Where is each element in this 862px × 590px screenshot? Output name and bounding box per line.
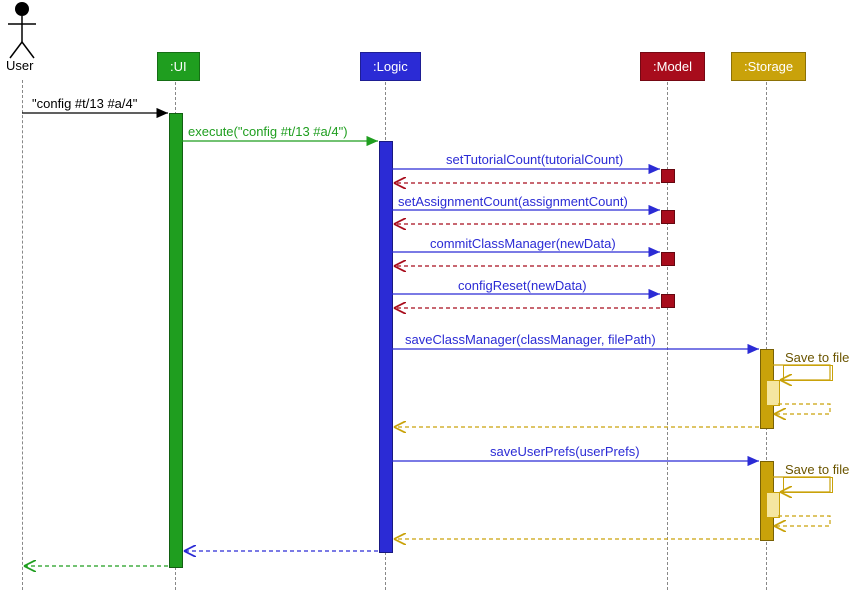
actor-head-icon (15, 2, 29, 16)
activation-logic (379, 141, 393, 553)
activation-model-3 (661, 252, 675, 266)
activation-storage-2b (766, 492, 780, 518)
activation-model-1 (661, 169, 675, 183)
msg-save-classmgr: saveClassManager(classManager, filePath) (405, 332, 656, 347)
participant-ui: :UI (157, 52, 200, 81)
lifeline-model (667, 82, 668, 590)
actor-body-icon (0, 0, 862, 590)
participant-ui-label: :UI (170, 59, 187, 74)
actor-label: User (6, 58, 33, 73)
storage-self-box-1 (783, 365, 833, 381)
participant-model: :Model (640, 52, 705, 81)
participant-model-label: :Model (653, 59, 692, 74)
msg-ui-to-logic: execute("config #t/13 #a/4") (188, 124, 348, 139)
msg-set-assignment: setAssignmentCount(assignmentCount) (398, 194, 628, 209)
storage-self-box-2 (783, 477, 833, 493)
activation-ui (169, 113, 183, 568)
activation-model-2 (661, 210, 675, 224)
lifeline-user (22, 80, 23, 590)
activation-model-4 (661, 294, 675, 308)
participant-logic: :Logic (360, 52, 421, 81)
msg-config-reset: configReset(newData) (458, 278, 587, 293)
msg-set-tutorial: setTutorialCount(tutorialCount) (446, 152, 623, 167)
activation-storage-1b (766, 380, 780, 406)
participant-logic-label: :Logic (373, 59, 408, 74)
sequence-arrows (0, 0, 862, 590)
msg-user-to-ui: "config #t/13 #a/4" (32, 96, 137, 111)
msg-commit-classmgr: commitClassManager(newData) (430, 236, 616, 251)
msg-save-file-2: Save to file (785, 462, 849, 477)
msg-save-file-1: Save to file (785, 350, 849, 365)
participant-storage: :Storage (731, 52, 806, 81)
msg-save-userprefs: saveUserPrefs(userPrefs) (490, 444, 640, 459)
participant-storage-label: :Storage (744, 59, 793, 74)
